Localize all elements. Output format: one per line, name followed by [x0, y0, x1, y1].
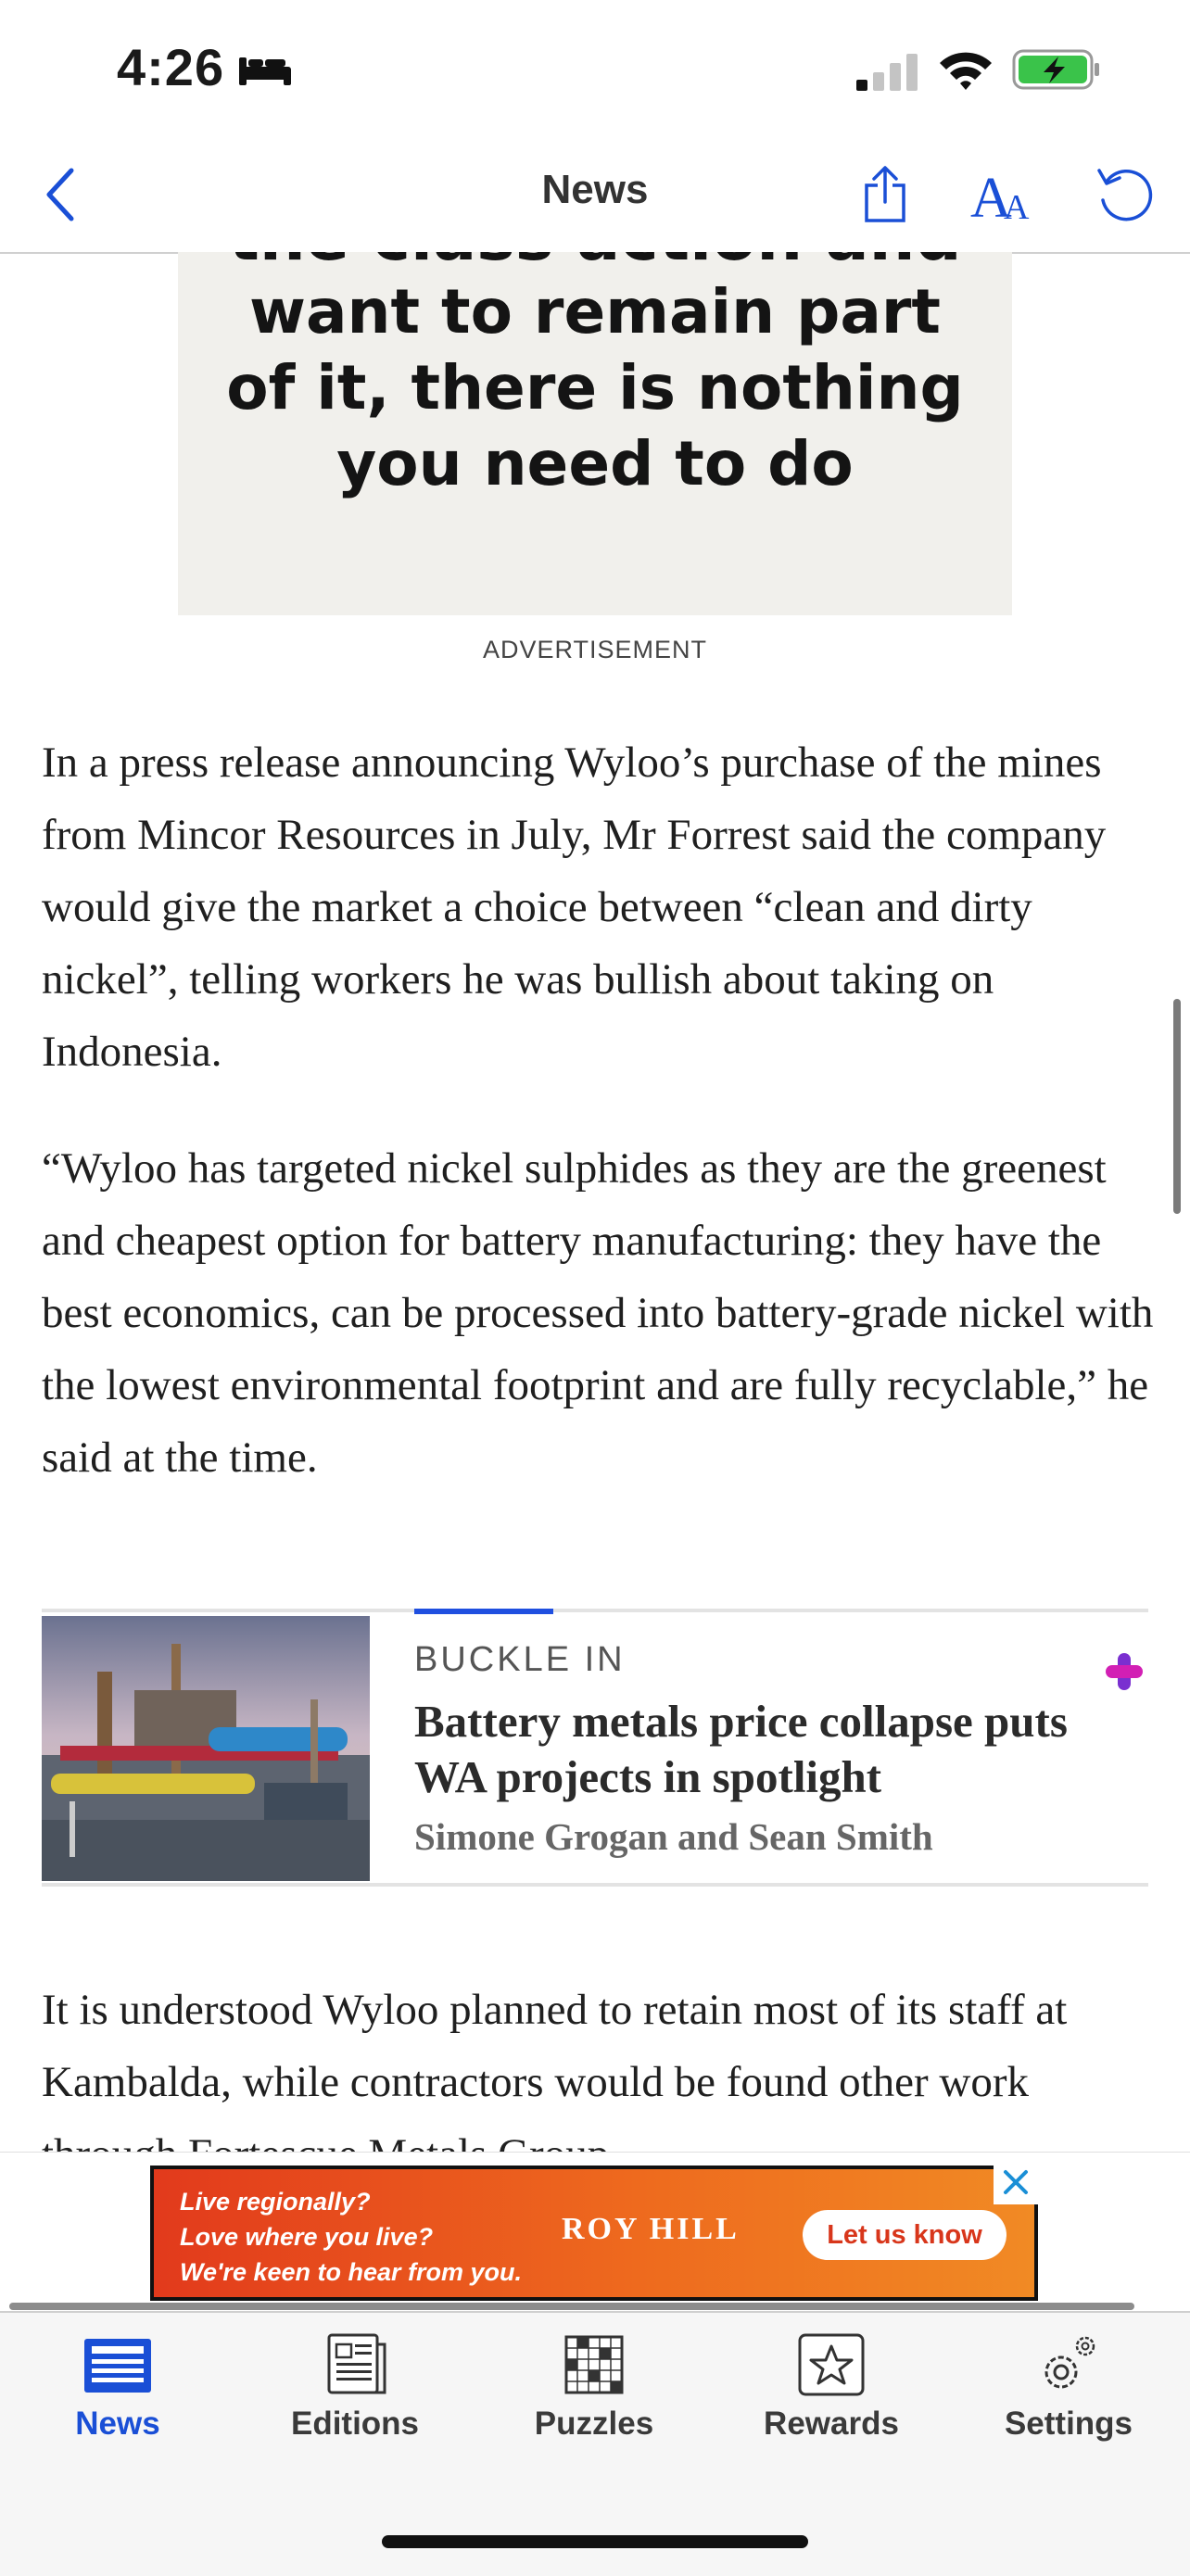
tab-rewards[interactable]: Rewards: [739, 2331, 924, 2461]
tab-bar: News Editions Puzzles Rewards Settings: [0, 2311, 1190, 2576]
advertisement-label: ADVERTISEMENT: [482, 636, 708, 663]
banner-line: Live regionally?: [180, 2188, 371, 2216]
puzzles-icon: [564, 2335, 624, 2394]
wifi-icon: [940, 52, 992, 90]
scroll-indicator[interactable]: [1173, 999, 1181, 1214]
text-size-button[interactable]: A A: [964, 158, 1047, 232]
banner-ad-text: Live regionally? Love where you live? We…: [180, 2184, 522, 2290]
status-bar: 4:26: [0, 0, 1190, 139]
banner-line: We're keen to hear from you.: [180, 2258, 523, 2286]
battery-charging-icon: [1012, 49, 1099, 90]
svg-text:A: A: [1004, 188, 1030, 224]
ad-text-block: want to remain part of it, there is noth…: [178, 274, 1012, 502]
banner-scroll-bar: [9, 2303, 1134, 2310]
text-size-icon: A A: [970, 167, 1030, 224]
advertisement-image[interactable]: the class action and want to remain part…: [178, 252, 1012, 615]
tab-label: Editions: [290, 2406, 420, 2442]
banner-line: Love where you live?: [180, 2223, 434, 2251]
card-accent-bar: [414, 1609, 553, 1614]
ad-line: want to remain part: [249, 276, 941, 347]
navigation-bar: News A A: [0, 139, 1190, 254]
tab-label: Settings: [1004, 2406, 1133, 2442]
premium-plus-icon: [1106, 1653, 1143, 1690]
tab-label: Puzzles: [534, 2406, 654, 2442]
banner-ad-zone: Live regionally? Love where you live? We…: [0, 2152, 1190, 2312]
settings-icon: [1044, 2336, 1095, 2389]
related-article-card[interactable]: BUCKLE IN Battery metals price collapse …: [42, 1609, 1148, 1887]
share-icon: [865, 166, 905, 222]
article-paragraph: “Wyloo has targeted nickel sulphides as …: [42, 1144, 1154, 1482]
related-article-kicker: BUCKLE IN: [414, 1640, 626, 1679]
article-paragraph: In a press release announcing Wyloo’s pu…: [42, 739, 1107, 1076]
rewards-icon: [798, 2333, 865, 2396]
tab-news[interactable]: News: [25, 2331, 210, 2461]
ad-line: of it, there is nothing: [226, 352, 964, 423]
refresh-icon: [1097, 169, 1153, 221]
ad-cut-line: the class action and: [178, 252, 1012, 276]
cellular-signal-icon: [856, 54, 918, 91]
article-paragraph: It is understood Wyloo planned to retain…: [42, 1986, 1068, 2155]
news-icon: [84, 2339, 151, 2393]
share-button[interactable]: [853, 158, 918, 232]
status-time: 4:26: [117, 38, 225, 96]
home-indicator[interactable]: [382, 2535, 808, 2548]
refresh-button[interactable]: [1084, 158, 1168, 232]
tab-editions[interactable]: Editions: [262, 2331, 448, 2461]
ad-line: you need to do: [336, 428, 854, 499]
banner-cta-button[interactable]: Let us know: [803, 2210, 1006, 2260]
close-icon: [1004, 2170, 1028, 2194]
related-article-authors: Simone Grogan and Sean Smith: [414, 1815, 933, 1858]
sleep-focus-icon: [239, 57, 291, 85]
tab-settings[interactable]: Settings: [976, 2331, 1161, 2461]
tab-label: Rewards: [764, 2406, 899, 2442]
close-ad-button[interactable]: [994, 2160, 1038, 2204]
tab-label: News: [75, 2406, 160, 2442]
related-article-thumbnail: [42, 1616, 370, 1881]
banner-ad[interactable]: Live regionally? Love where you live? We…: [150, 2166, 1038, 2301]
tab-puzzles[interactable]: Puzzles: [501, 2331, 687, 2461]
editions-icon: [327, 2333, 386, 2394]
banner-brand-logo: ROY HILL: [562, 2212, 740, 2246]
related-article-title: Battery metals price collapse puts WA pr…: [414, 1696, 1068, 1802]
